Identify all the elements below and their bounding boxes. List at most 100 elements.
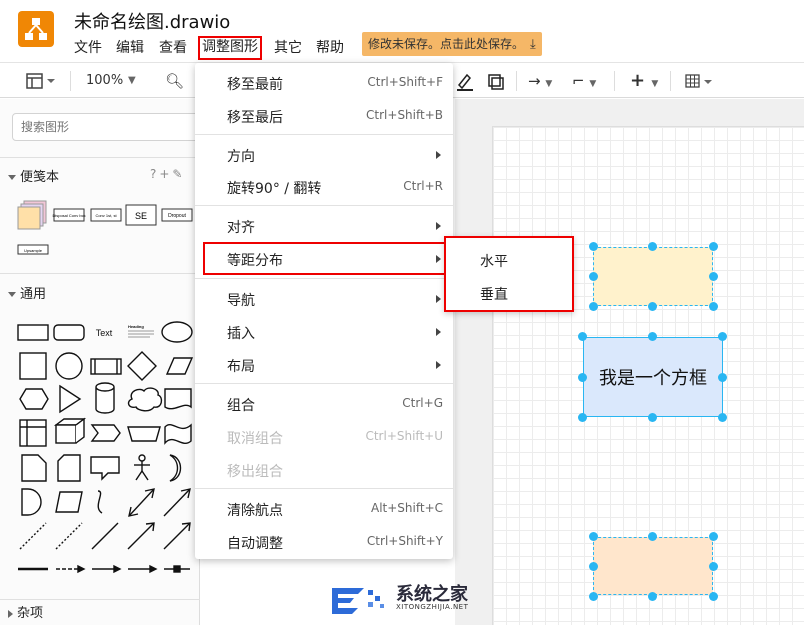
menu-item-insert[interactable]: 插入 — [195, 315, 453, 348]
menu-item-layout[interactable]: 布局 — [195, 348, 453, 381]
menu-item-remove-from-group[interactable]: 移出组合 — [195, 453, 453, 486]
scratchpad-tools[interactable]: ?+✎ — [150, 167, 185, 181]
menu-item-rotate[interactable]: 旋转90° / 翻转 Ctrl+R — [195, 170, 453, 203]
menu-item-shortcut: Ctrl+R — [403, 179, 443, 193]
menu-view[interactable]: 查看 — [159, 37, 187, 59]
menu-item-label: 移至最前 — [227, 77, 283, 93]
resize-handle[interactable] — [589, 562, 598, 571]
waypoints-icon[interactable]: ⌐ ▼ — [572, 71, 596, 91]
menu-item-direction[interactable]: 方向 — [195, 138, 453, 171]
resize-handle[interactable] — [709, 302, 718, 311]
expand-icon — [8, 609, 13, 618]
menu-item-navigation[interactable]: 导航 — [195, 282, 453, 315]
menu-extras[interactable]: 其它 — [274, 37, 302, 59]
submenu-arrow-icon — [436, 151, 441, 159]
zoom-in-icon[interactable]: 🔍︎ — [165, 71, 184, 91]
menu-item-shortcut: Ctrl+Shift+F — [367, 75, 443, 89]
menu-item-label: 旋转90° / 翻转 — [227, 181, 322, 197]
submenu-item-horizontal[interactable]: 水平 — [480, 251, 508, 271]
resize-handle[interactable] — [648, 592, 657, 601]
section-scratchpad[interactable]: 便笺本 — [8, 166, 59, 185]
save-notice-button[interactable]: 修改未保存。点击此处保存。 ⤓ — [362, 32, 542, 56]
section-general-label: 通用 — [20, 287, 47, 302]
menu-item-ungroup[interactable]: 取消组合 Ctrl+Shift+U — [195, 420, 453, 453]
yellow-rectangle-shape[interactable] — [593, 247, 713, 306]
scratch-item-label: Disposal Conv bck — [52, 213, 85, 218]
line-color-icon[interactable] — [455, 71, 475, 91]
menu-item-group[interactable]: 组合 Ctrl+G — [195, 387, 453, 420]
insert-plus-icon[interactable]: + ▼ — [630, 71, 658, 91]
zoom-dropdown-icon[interactable]: ▼ — [128, 71, 136, 91]
resize-handle[interactable] — [718, 332, 727, 341]
sidebar-divider — [0, 599, 200, 600]
blue-rectangle-shape[interactable]: 我是一个方框 — [583, 337, 723, 417]
header: 未命名绘图.drawio 文件 编辑 查看 调整图形 其它 帮助 修改未保存。点… — [0, 0, 804, 62]
resize-handle[interactable] — [578, 373, 587, 382]
resize-handle[interactable] — [578, 332, 587, 341]
table-icon[interactable] — [685, 71, 715, 91]
menu-item-to-back[interactable]: 移至最后 Ctrl+Shift+B — [195, 99, 453, 132]
menu-file[interactable]: 文件 — [74, 37, 102, 59]
submenu-arrow-icon — [436, 255, 441, 263]
resize-handle[interactable] — [718, 413, 727, 422]
document-title[interactable]: 未命名绘图.drawio — [74, 8, 230, 34]
resize-handle[interactable] — [709, 272, 718, 281]
menu-item-autosize[interactable]: 自动调整 Ctrl+Shift+Y — [195, 525, 453, 558]
toolbar-separator — [70, 71, 71, 91]
download-icon: ⤓ — [530, 37, 536, 52]
resize-handle[interactable] — [589, 302, 598, 311]
menu-item-label: 方向 — [227, 149, 255, 165]
resize-handle[interactable] — [709, 242, 718, 251]
menu-item-distribute[interactable]: 等距分布 — [203, 242, 447, 275]
scratch-item-label: Upsample — [24, 248, 43, 253]
box-label: 我是一个方框 — [599, 368, 707, 389]
heading-shape-label: Heading — [128, 324, 144, 329]
scratchpad-items[interactable]: Disposal Conv bck Conv 1st, st SE Dropou… — [16, 199, 196, 261]
resize-handle[interactable] — [589, 592, 598, 601]
menu-help[interactable]: 帮助 — [316, 37, 344, 59]
resize-handle[interactable] — [589, 272, 598, 281]
section-misc[interactable]: 杂项 — [8, 602, 43, 621]
resize-handle[interactable] — [648, 413, 657, 422]
menu-separator — [195, 383, 453, 384]
connection-arrow-icon[interactable]: → ▼ — [528, 71, 552, 91]
distribute-submenu: 水平 垂直 — [444, 236, 574, 312]
section-general[interactable]: 通用 — [8, 283, 46, 302]
resize-handle[interactable] — [648, 242, 657, 251]
toolbar-separator — [516, 71, 517, 91]
format-panel-icon[interactable] — [26, 71, 56, 91]
toolbar-separator — [614, 71, 615, 91]
menu-item-shortcut: Ctrl+G — [402, 396, 443, 410]
resize-handle[interactable] — [589, 242, 598, 251]
submenu-arrow-icon — [436, 222, 441, 230]
resize-handle[interactable] — [709, 562, 718, 571]
menu-edit[interactable]: 编辑 — [116, 37, 144, 59]
menu-item-label: 等距分布 — [227, 253, 283, 269]
resize-handle[interactable] — [648, 302, 657, 311]
menu-separator — [195, 134, 453, 135]
general-shapes-grid[interactable]: Text Heading — [14, 317, 198, 587]
resize-handle[interactable] — [709, 532, 718, 541]
resize-handle[interactable] — [709, 592, 718, 601]
menu-item-to-front[interactable]: 移至最前 Ctrl+Shift+F — [195, 66, 453, 99]
menu-item-clear-waypoints[interactable]: 清除航点 Alt+Shift+C — [195, 492, 453, 525]
menu-item-label: 组合 — [227, 398, 255, 414]
submenu-arrow-icon — [436, 361, 441, 369]
orange-rectangle-shape[interactable] — [593, 537, 713, 595]
resize-handle[interactable] — [589, 532, 598, 541]
menu-item-shortcut: Alt+Shift+C — [370, 501, 443, 515]
shadow-icon[interactable] — [487, 71, 505, 91]
section-scratchpad-label: 便笺本 — [20, 170, 60, 185]
resize-handle[interactable] — [648, 532, 657, 541]
menu-arrange[interactable]: 调整图形 — [198, 36, 262, 60]
menu-item-align[interactable]: 对齐 — [195, 209, 453, 242]
collapse-icon — [8, 292, 16, 297]
shape-search-input[interactable] — [12, 113, 202, 141]
menu-item-label: 导航 — [227, 293, 255, 309]
resize-handle[interactable] — [718, 373, 727, 382]
zoom-level[interactable]: 100% — [86, 71, 123, 91]
watermark-subtext: XITONGZHIJIA.NET — [396, 603, 469, 611]
resize-handle[interactable] — [648, 332, 657, 341]
submenu-item-vertical[interactable]: 垂直 — [480, 284, 508, 304]
resize-handle[interactable] — [578, 413, 587, 422]
